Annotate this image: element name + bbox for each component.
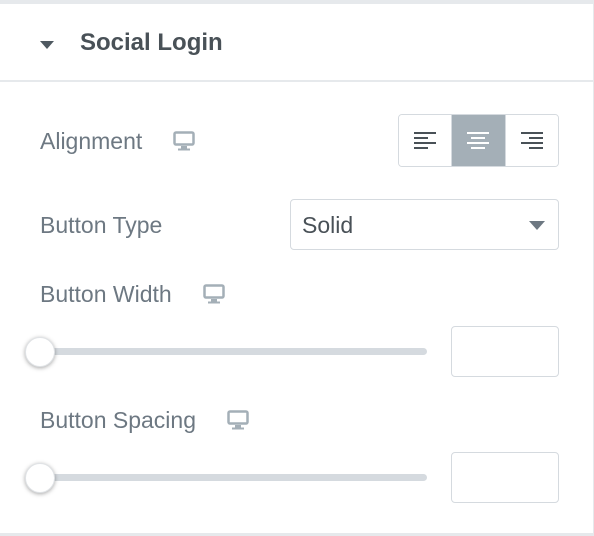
desktop-monitor-icon[interactable] — [227, 410, 249, 430]
desktop-monitor-icon[interactable] — [173, 131, 195, 151]
align-right-button[interactable] — [504, 115, 558, 166]
align-right-icon — [520, 131, 543, 149]
align-center-button[interactable] — [451, 115, 505, 166]
button-width-label: Button Width — [40, 281, 172, 307]
button-spacing-label: Button Spacing — [40, 407, 197, 433]
button-type-label: Button Type — [40, 212, 163, 238]
caret-down-icon[interactable] — [40, 41, 54, 49]
button-spacing-slider-handle[interactable] — [25, 463, 55, 493]
button-width-slider-handle[interactable] — [25, 337, 55, 367]
button-type-select[interactable]: Solid — [290, 199, 559, 250]
button-type-value: Solid — [302, 212, 354, 238]
align-left-icon — [414, 131, 437, 149]
align-center-icon — [467, 131, 490, 149]
button-spacing-slider-track[interactable] — [40, 474, 427, 481]
alignment-label: Alignment — [40, 128, 143, 154]
desktop-monitor-icon[interactable] — [203, 284, 225, 304]
chevron-down-icon — [529, 221, 545, 230]
button-width-input[interactable] — [451, 326, 559, 377]
section-title: Social Login — [80, 29, 223, 56]
alignment-toggle-group — [398, 114, 559, 167]
button-spacing-input[interactable] — [451, 452, 559, 503]
align-left-button[interactable] — [399, 115, 452, 166]
button-width-slider-track[interactable] — [40, 348, 427, 355]
section-header-social-login[interactable]: Social Login — [0, 4, 594, 82]
